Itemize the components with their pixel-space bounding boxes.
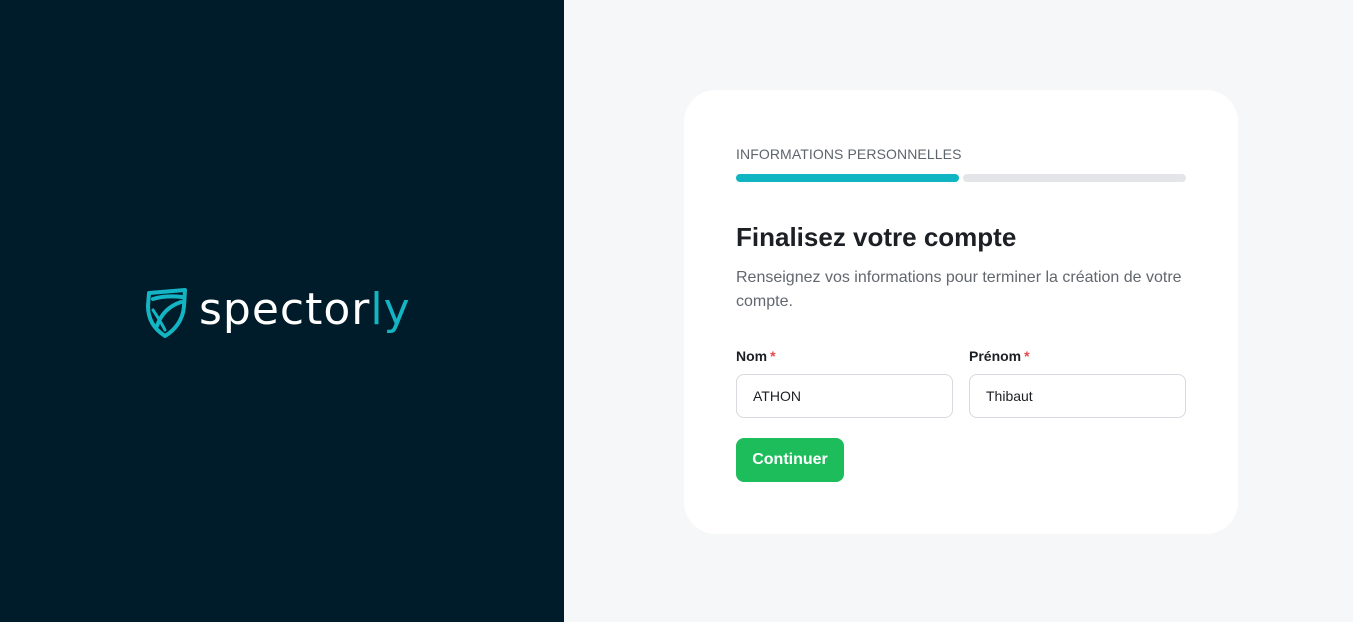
nom-required-mark: * — [770, 348, 776, 364]
brand-panel: spectorly — [0, 0, 564, 622]
page-subtitle: Renseignez vos informations pour termine… — [736, 269, 1182, 310]
prenom-label: Prénom * — [969, 348, 1186, 366]
prenom-label-text: Prénom — [969, 348, 1022, 364]
prenom-field-group: Prénom * — [969, 348, 1186, 418]
progress-step-2 — [963, 174, 1186, 182]
continue-button[interactable]: Continuer — [736, 438, 844, 482]
nom-field-group: Nom * — [736, 348, 953, 418]
page-title: Finalisez votre compte — [736, 222, 1017, 252]
nom-label-text: Nom — [736, 348, 768, 364]
nom-label: Nom * — [736, 348, 953, 366]
progress-step-1 — [736, 174, 959, 182]
shield-icon — [146, 288, 187, 338]
brand-wordmark: spectorly — [199, 288, 411, 332]
step-label: INFORMATIONS PERSONNELLES — [736, 146, 962, 162]
prenom-input[interactable] — [969, 374, 1186, 418]
nom-input[interactable] — [736, 374, 953, 418]
signup-card: INFORMATIONS PERSONNELLES Finalisez votr… — [684, 90, 1238, 534]
signup-page: spectorly INFORMATIONS PERSONNELLES Fina… — [0, 0, 1353, 622]
form-panel: INFORMATIONS PERSONNELLES Finalisez votr… — [564, 0, 1353, 622]
brand-name-accent: ly — [370, 284, 411, 335]
progress-bar — [736, 174, 1186, 182]
brand-name-main: spector — [199, 284, 371, 335]
prenom-required-mark: * — [1024, 348, 1030, 364]
spectorly-logo: spectorly — [143, 284, 411, 340]
